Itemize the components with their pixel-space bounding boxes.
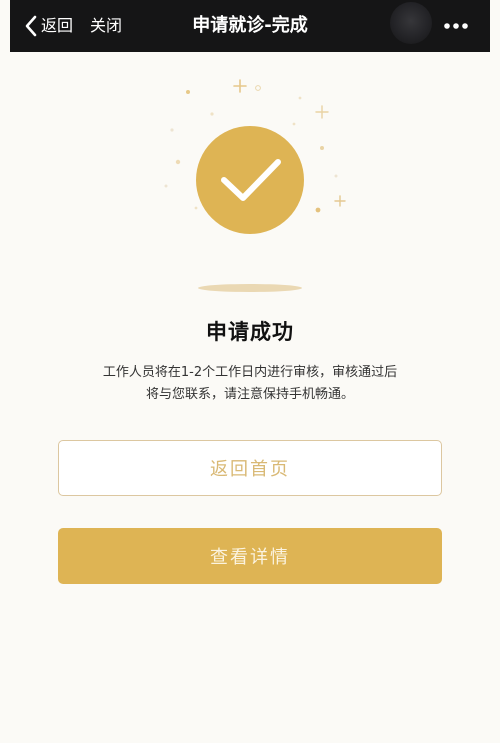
return-home-button[interactable]: 返回首页 [58,440,442,496]
close-button[interactable]: 关闭 [90,13,122,39]
navigation-bar: 返回 关闭 申请就诊-完成 [10,0,490,52]
success-check-icon [196,126,304,234]
chevron-left-icon [25,15,37,37]
result-title: 申请成功 [206,320,294,344]
back-label: 返回 [41,16,74,35]
success-illustration [164,79,346,292]
result-description-line-2: 将与您联系，请注意保持手机畅通。 [145,387,354,402]
more-button[interactable] [438,14,474,38]
result-description: 工作人员将在1-2个工作日内进行审核，审核通过后 将与您联系，请注意保持手机畅通… [80,362,420,406]
back-button[interactable]: 返回 [24,13,73,39]
shadow-ellipse [198,284,302,292]
avatar [390,2,432,44]
view-details-button[interactable]: 查看详情 [58,528,442,584]
more-dots-icon [444,23,468,29]
result-description-line-1: 工作人员将在1-2个工作日内进行审核，审核通过后 [102,365,398,380]
